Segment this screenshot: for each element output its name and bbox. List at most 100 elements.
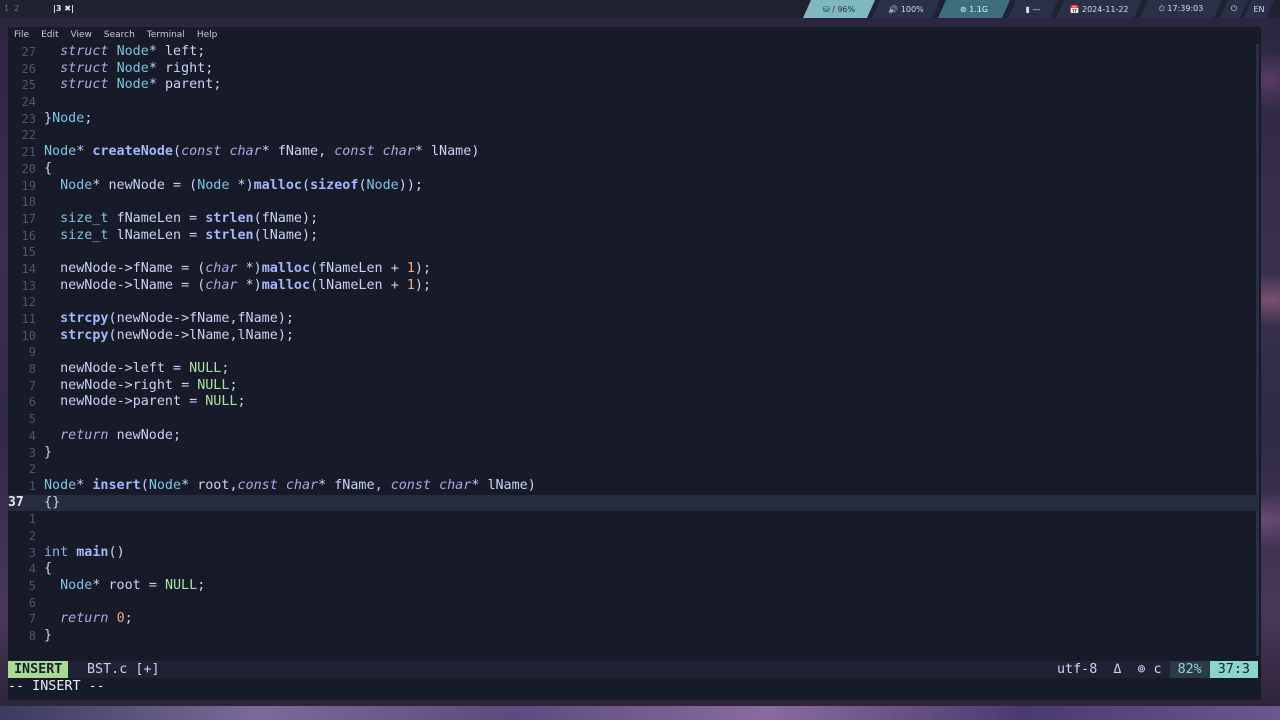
code-line[interactable]: 6 newNode->parent = NULL; — [8, 394, 1258, 411]
code-line[interactable]: 12 — [8, 294, 1258, 311]
battery-text: ▮ — — [1025, 4, 1041, 14]
code-line[interactable]: 14 newNode->fName = (char *)malloc(fName… — [8, 261, 1258, 278]
language-text: EN — [1253, 4, 1265, 14]
code-line[interactable]: 5 Node* root = NULL; — [8, 578, 1258, 595]
filetype-indicator: ⊚ c — [1137, 662, 1162, 677]
line-number: 3 — [28, 445, 36, 460]
statusline-right: utf-8 Δ ⊚ c 82% 37:3 — [1049, 661, 1258, 678]
wallpaper-bottom-strip — [0, 706, 1280, 720]
code-line[interactable]: 1 Node* insert(Node* root,const char* fNa… — [8, 478, 1258, 495]
line-number: 27 — [21, 45, 36, 59]
workspace-1[interactable]: 1 — [4, 4, 9, 13]
menu-terminal[interactable]: Terminal — [147, 30, 185, 40]
code-text: int main() — [44, 544, 125, 560]
code-line[interactable]: 4{ — [8, 561, 1258, 578]
code-text: Node* newNode = (Node *)malloc(sizeof(No… — [60, 177, 423, 193]
code-line[interactable]: 2 — [8, 461, 1258, 478]
date-text: 📅 2024-11-22 — [1069, 4, 1129, 14]
code-line[interactable]: 7 return 0; — [8, 611, 1258, 628]
memory-widget: ⊚ 1.1G — [938, 0, 1010, 18]
code-line[interactable]: 16 size_t lNameLen = strlen(lName); — [8, 228, 1258, 245]
line-number: 19 — [21, 178, 36, 193]
workspace-2[interactable]: 2 — [14, 4, 19, 13]
code-line[interactable]: 9 — [8, 344, 1258, 361]
code-line[interactable]: 17 size_t fNameLen = strlen(fName); — [8, 211, 1258, 228]
code-line[interactable]: 21 Node* createNode(const char* fName, co… — [8, 144, 1258, 161]
code-line[interactable]: 19 Node* newNode = (Node *)malloc(sizeof… — [8, 178, 1258, 195]
code-line[interactable]: 3} — [8, 445, 1258, 462]
code-line[interactable]: 23}Node; — [8, 111, 1258, 128]
code-line[interactable]: 13 newNode->lName = (char *)malloc(lName… — [8, 278, 1258, 295]
line-number: 9 — [28, 345, 36, 360]
code-line[interactable]: 6 — [8, 595, 1258, 612]
workspace-3-active[interactable]: |3 ✖| — [53, 4, 74, 13]
code-text: size_t fNameLen = strlen(fName); — [60, 210, 319, 226]
line-number: 25 — [21, 78, 36, 93]
code-text: newNode->right = NULL; — [60, 377, 238, 393]
vim-command-line[interactable]: -- INSERT -- — [8, 678, 1258, 695]
date-widget[interactable]: 📅 2024-11-22 — [1056, 0, 1142, 18]
line-number: 1 — [28, 512, 36, 527]
code-line[interactable]: 26 struct Node* right; — [8, 61, 1258, 78]
code-line[interactable]: 18 — [8, 194, 1258, 211]
language-widget[interactable]: EN — [1244, 0, 1274, 18]
code-line[interactable]: 7 newNode->right = NULL; — [8, 378, 1258, 395]
code-line[interactable]: 1 — [8, 511, 1258, 528]
code-text: struct Node* right; — [60, 60, 214, 76]
menu-view[interactable]: View — [71, 30, 92, 40]
code-line[interactable]: 25 struct Node* parent; — [8, 77, 1258, 94]
code-line[interactable]: 2 — [8, 528, 1258, 545]
code-text: strcpy(newNode->lName,lName); — [60, 327, 294, 343]
code-line[interactable]: 22 — [8, 127, 1258, 144]
code-line[interactable]: 10 strcpy(newNode->lName,lName); — [8, 328, 1258, 345]
code-text: newNode->left = NULL; — [60, 361, 230, 377]
volume-widget[interactable]: 🔊 100% — [872, 0, 940, 18]
menu-help[interactable]: Help — [197, 30, 218, 40]
code-line[interactable]: 27 struct Node* left; — [8, 44, 1258, 61]
code-line[interactable]: 11 strcpy(newNode->fName,fName); — [8, 311, 1258, 328]
code-text: { — [44, 561, 53, 577]
code-line[interactable]: 24 — [8, 94, 1258, 111]
code-text: return 0; — [60, 611, 133, 627]
code-line[interactable]: 4 return newNode; — [8, 428, 1258, 445]
line-number: 23 — [21, 111, 36, 126]
code-line[interactable]: 20 { — [8, 161, 1258, 178]
scroll-percent: 82% — [1169, 661, 1210, 678]
clock-widget[interactable]: ⏲ 17:39:03 — [1140, 0, 1222, 18]
system-top-bar: 1 2 |3 ✖| ⛁ / 96% 🔊 100% ⊚ 1.1G ▮ — 📅 20… — [0, 0, 1280, 18]
code-text: struct Node* left; — [60, 44, 206, 59]
code-line[interactable]: 3 int main() — [8, 545, 1258, 562]
line-number: 20 — [21, 161, 36, 176]
line-number: 4 — [28, 562, 36, 577]
menu-search[interactable]: Search — [104, 30, 135, 40]
line-number: 2 — [28, 462, 36, 477]
line-number: 6 — [28, 395, 36, 410]
os-icon: Δ — [1113, 662, 1122, 677]
line-number: 8 — [28, 362, 36, 377]
code-text: { — [44, 160, 53, 176]
mode-indicator: INSERT — [8, 661, 69, 678]
code-line[interactable]: 8 newNode->left = NULL; — [8, 361, 1258, 378]
cursor-position: 37:3 — [1209, 661, 1258, 678]
line-number: 22 — [21, 128, 36, 143]
code-line[interactable]: 15 — [8, 244, 1258, 261]
line-number: 18 — [21, 195, 36, 210]
battery-widget: ▮ — — [1008, 0, 1058, 18]
code-text: strcpy(newNode->fName,fName); — [60, 311, 294, 326]
current-code-line[interactable]: 37 {} — [8, 494, 1258, 512]
power-widget[interactable]: ⏻ — [1220, 0, 1248, 18]
code-text: Node* insert(Node* root,const char* fNam… — [44, 477, 536, 493]
line-number: 14 — [21, 261, 36, 276]
code-line[interactable]: 5 — [8, 411, 1258, 428]
line-number: 5 — [28, 579, 36, 593]
terminal-menubar: File Edit View Search Terminal Help — [8, 27, 1261, 43]
editor-buffer[interactable]: 27 struct Node* left; 26 struct Node* rig… — [8, 44, 1258, 645]
code-text: Node* createNode(const char* fName, cons… — [44, 144, 480, 160]
line-number: 7 — [28, 378, 36, 393]
code-text: struct Node* parent; — [60, 77, 222, 93]
power-icon[interactable]: ⏻ — [1231, 4, 1237, 14]
menu-file[interactable]: File — [14, 30, 29, 40]
code-text: Node* root = NULL; — [60, 578, 206, 593]
code-line[interactable]: 8} — [8, 628, 1258, 645]
menu-edit[interactable]: Edit — [41, 30, 58, 40]
